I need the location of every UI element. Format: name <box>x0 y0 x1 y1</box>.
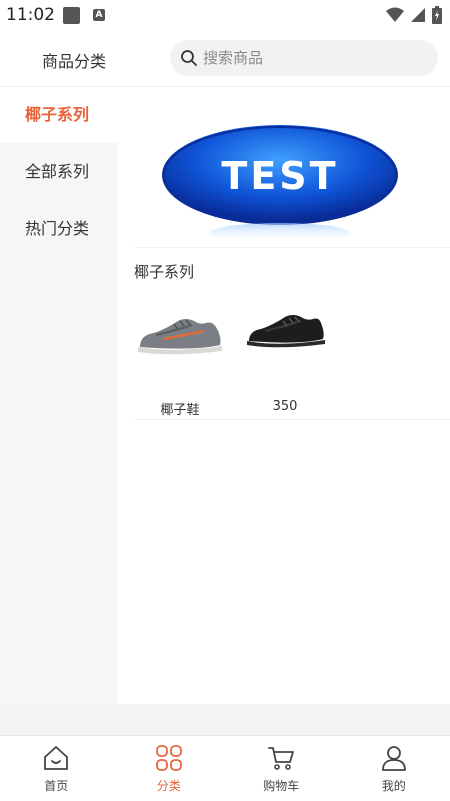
product-item[interactable]: 椰子鞋 <box>134 309 226 418</box>
product-name: 350 <box>239 399 331 414</box>
category-sidebar: 椰子系列 全部系列 热门分类 <box>0 87 118 704</box>
notification-icon <box>63 7 80 24</box>
tab-label: 购物车 <box>225 777 338 794</box>
home-icon <box>42 744 70 772</box>
cart-icon <box>267 744 295 772</box>
app-notification-icon: A <box>93 9 105 21</box>
tab-category[interactable]: 分类 <box>113 736 226 801</box>
category-icon <box>155 744 183 772</box>
black-sneaker-image <box>239 309 331 359</box>
sidebar-item-all-series[interactable]: 全部系列 <box>0 144 118 200</box>
content-bottom-spacer <box>0 704 450 735</box>
tab-home[interactable]: 首页 <box>0 736 113 801</box>
search-icon <box>180 49 198 67</box>
sidebar-item-label: 热门分类 <box>25 219 89 238</box>
sidebar-item-yezi-series[interactable]: 椰子系列 <box>0 87 118 143</box>
search-input[interactable] <box>203 49 423 67</box>
search-box[interactable] <box>170 40 438 76</box>
tab-mine[interactable]: 我的 <box>338 736 450 801</box>
divider <box>134 419 450 420</box>
banner-text: TEST <box>221 154 338 198</box>
battery-icon <box>432 6 442 24</box>
status-indicators <box>386 6 442 24</box>
product-name: 椰子鞋 <box>134 399 226 418</box>
sidebar-item-label: 全部系列 <box>25 162 89 181</box>
gray-sneaker-image <box>134 309 226 359</box>
category-content: TEST 椰子系列 椰子鞋 350 <box>118 87 450 704</box>
header: 商品分类 <box>0 32 450 87</box>
status-bar: 11:02 A <box>0 0 450 32</box>
tab-label: 我的 <box>338 777 450 794</box>
sidebar-item-hot-categories[interactable]: 热门分类 <box>0 201 118 257</box>
user-icon <box>380 744 408 772</box>
sidebar-item-label: 椰子系列 <box>25 105 89 124</box>
tab-label: 分类 <box>113 777 226 794</box>
wifi-icon <box>386 7 404 23</box>
tab-label: 首页 <box>0 777 113 794</box>
section-title: 椰子系列 <box>134 261 194 282</box>
status-time: 11:02 <box>6 5 55 25</box>
bottom-tab-bar: 首页 分类 购物车 我的 <box>0 735 450 801</box>
signal-icon <box>410 7 426 23</box>
divider <box>134 247 450 248</box>
category-banner[interactable]: TEST <box>158 123 402 248</box>
product-item[interactable]: 350 <box>239 309 331 414</box>
tab-cart[interactable]: 购物车 <box>225 736 338 801</box>
page-title: 商品分类 <box>42 48 106 72</box>
